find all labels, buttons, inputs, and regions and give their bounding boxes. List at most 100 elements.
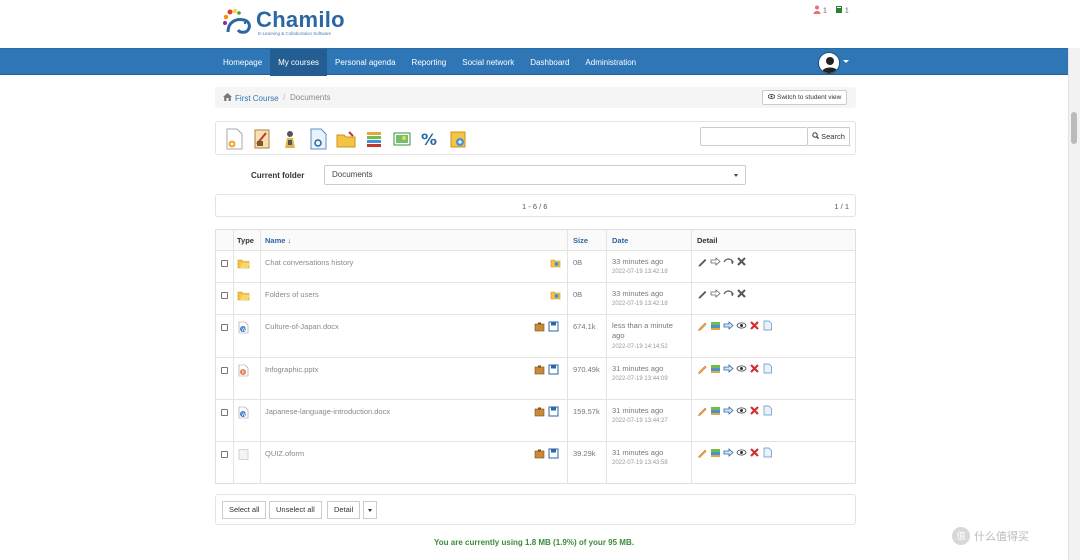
pager: 1 - 6 / 6 1 / 1 (215, 194, 856, 217)
online-users-link[interactable]: 1 (813, 5, 827, 16)
delete-icon[interactable] (749, 320, 760, 331)
current-folder-select[interactable]: Documents (324, 165, 746, 185)
document-icon[interactable] (762, 320, 773, 331)
document-name-link[interactable]: Culture-of-Japan.docx (265, 322, 339, 331)
detail-button[interactable]: Detail (327, 501, 361, 519)
eye-icon[interactable] (736, 405, 747, 416)
breadcrumb-course-link[interactable]: First Course (223, 93, 279, 103)
edit-icon[interactable] (697, 256, 708, 267)
document-name-link[interactable]: Infographic.pptx (265, 365, 318, 374)
row-checkbox[interactable] (221, 451, 228, 458)
select-all-button[interactable]: Select all (222, 501, 267, 519)
delete-icon[interactable] (749, 405, 760, 416)
create-template-icon[interactable] (250, 127, 274, 151)
create-document-icon[interactable] (222, 127, 246, 151)
switch-student-view-button[interactable]: Switch to student view (762, 90, 848, 105)
edit-icon[interactable] (697, 447, 708, 458)
row-checkbox[interactable] (221, 324, 228, 331)
delete-icon[interactable] (736, 256, 747, 267)
package-icon[interactable] (534, 364, 545, 375)
move-icon[interactable] (723, 363, 734, 374)
messages-link[interactable]: 1 (835, 5, 849, 16)
row-checkbox[interactable] (221, 292, 228, 299)
delete-icon[interactable] (749, 447, 760, 458)
package-icon[interactable] (534, 406, 545, 417)
nav-item-homepage[interactable]: Homepage (215, 49, 270, 76)
visibility-icon[interactable] (723, 256, 734, 267)
edit-icon[interactable] (697, 288, 708, 299)
slideshow-icon[interactable] (390, 127, 414, 151)
detail-dropdown-button[interactable] (363, 501, 377, 519)
search-icon (812, 132, 820, 141)
nav-item-my-courses[interactable]: My courses (270, 49, 328, 76)
nav-item-dashboard[interactable]: Dashboard (522, 49, 577, 76)
save-icon[interactable] (548, 364, 559, 375)
unselect-all-button[interactable]: Unselect all (269, 501, 322, 519)
search-input[interactable] (700, 127, 808, 146)
move-icon[interactable] (723, 405, 734, 416)
package-icon[interactable] (534, 448, 545, 459)
document-name-link[interactable]: Japanese-language-introduction.docx (265, 407, 390, 416)
row-checkbox[interactable] (221, 367, 228, 374)
learning-path-icon[interactable] (446, 127, 470, 151)
save-icon[interactable] (548, 448, 559, 459)
document-name-link[interactable]: QUIZ.oform (265, 449, 304, 458)
download-all-icon[interactable] (362, 127, 386, 151)
create-draw-icon[interactable] (306, 127, 330, 151)
nav-item-personal-agenda[interactable]: Personal agenda (327, 49, 404, 76)
eye-icon[interactable] (736, 320, 747, 331)
delete-icon[interactable] (736, 288, 747, 299)
eye-icon[interactable] (736, 363, 747, 374)
upload-icon[interactable] (278, 127, 302, 151)
logo-tagline: E-Learning & Collaboration Software (258, 30, 332, 36)
watermark: 值 什么值得买 (952, 527, 1029, 545)
document-relative-date: 33 minutes ago (612, 257, 664, 266)
row-checkbox[interactable] (221, 260, 228, 267)
edit-icon[interactable] (697, 320, 708, 331)
nav-item-administration[interactable]: Administration (577, 49, 644, 76)
chamilo-logo[interactable]: Chamilo E-Learning & Collaboration Softw… (222, 8, 345, 36)
package-icon[interactable] (534, 321, 545, 332)
document-icon[interactable] (762, 405, 773, 416)
visibility-icon[interactable] (723, 288, 734, 299)
edit-icon[interactable] (697, 363, 708, 374)
user-menu-caret-icon[interactable] (843, 60, 849, 63)
move-icon[interactable] (723, 320, 734, 331)
user-avatar[interactable] (818, 52, 840, 74)
save-to-lp-icon[interactable] (710, 320, 721, 331)
document-icon[interactable] (762, 363, 773, 374)
scrollbar-thumb[interactable] (1071, 112, 1077, 144)
edit-icon[interactable] (697, 405, 708, 416)
save-to-lp-icon[interactable] (710, 363, 721, 374)
delete-icon[interactable] (749, 363, 760, 374)
table-row: Chat conversations history 0B 33 minutes a… (216, 250, 855, 282)
document-name-link[interactable]: Folders of users (265, 290, 319, 299)
eye-icon[interactable] (736, 447, 747, 458)
save-icon[interactable] (548, 406, 559, 417)
row-checkbox[interactable] (221, 409, 228, 416)
move-icon[interactable] (723, 447, 734, 458)
nav-item-reporting[interactable]: Reporting (404, 49, 455, 76)
header-date[interactable]: Date (612, 236, 628, 245)
svg-text:%: % (421, 130, 437, 149)
move-icon[interactable] (710, 256, 721, 267)
shared-folder-icon[interactable] (550, 289, 561, 300)
search-button[interactable]: Search (808, 127, 850, 146)
document-timestamp: 2022-07-19 13:42:18 (612, 269, 668, 275)
page-scrollbar[interactable] (1068, 48, 1080, 560)
move-icon[interactable] (710, 288, 721, 299)
table-row: W Culture-of-Japan.docx 674.1k less than a … (216, 314, 855, 357)
create-folder-icon[interactable] (334, 127, 358, 151)
document-timestamp: 2022-07-19 14:14:52 (612, 344, 668, 350)
header-size[interactable]: Size (573, 236, 588, 245)
nav-item-social-network[interactable]: Social network (454, 49, 522, 76)
quota-icon[interactable]: % (418, 127, 442, 151)
header-detail: Detail (697, 236, 718, 245)
save-icon[interactable] (548, 321, 559, 332)
header-name[interactable]: Name ↓ (265, 236, 291, 245)
shared-folder-icon[interactable] (550, 257, 561, 268)
save-to-lp-icon[interactable] (710, 405, 721, 416)
save-to-lp-icon[interactable] (710, 447, 721, 458)
document-name-link[interactable]: Chat conversations history (265, 258, 353, 267)
document-icon[interactable] (762, 447, 773, 458)
